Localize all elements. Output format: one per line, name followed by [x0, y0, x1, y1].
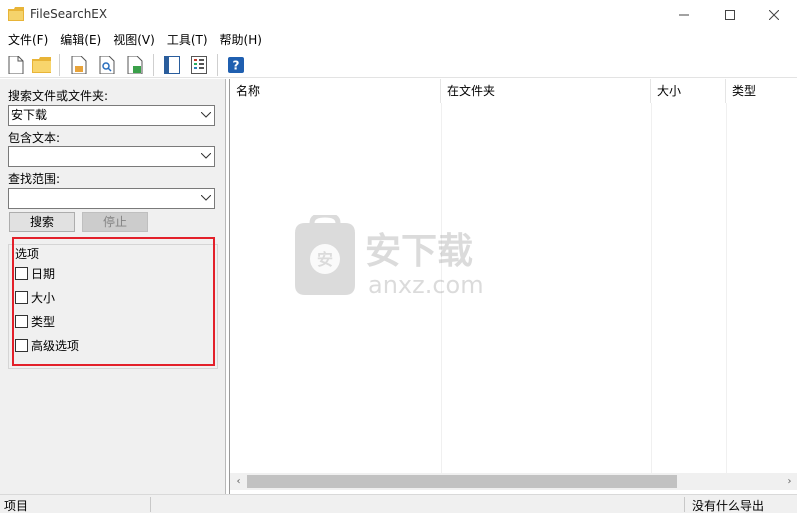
options-highlight-box: [12, 237, 215, 366]
open-folder-button[interactable]: [31, 54, 53, 76]
scroll-left-arrow-icon[interactable]: ‹: [230, 473, 247, 490]
export-icon: [127, 56, 143, 74]
search-button[interactable]: 搜索: [9, 212, 75, 232]
column-header-type[interactable]: 类型: [726, 79, 797, 103]
minimize-button[interactable]: [661, 0, 707, 30]
watermark-subtext: anxz.com: [368, 271, 484, 299]
search-text-combo[interactable]: [8, 146, 215, 167]
new-file-button[interactable]: [5, 54, 27, 76]
search-name-combo[interactable]: 安下载: [8, 105, 215, 126]
watermark-text: 安下载: [365, 231, 473, 272]
status-items: 项目: [4, 499, 29, 513]
menu-bar: 文件(F) 编辑(E) 视图(V) 工具(T) 帮助(H): [0, 30, 797, 50]
close-button[interactable]: [751, 0, 797, 30]
chevron-down-icon: [201, 195, 211, 201]
maximize-icon: [725, 10, 735, 20]
toolbar: ?: [0, 50, 797, 78]
menu-edit[interactable]: 编辑(E): [54, 30, 107, 50]
svg-text:?: ?: [233, 59, 240, 73]
save-button[interactable]: [68, 54, 90, 76]
scroll-right-arrow-icon[interactable]: ›: [781, 473, 797, 490]
maximize-button[interactable]: [707, 0, 753, 30]
search-text-label: 包含文本:: [8, 131, 61, 145]
close-icon: [769, 10, 779, 20]
search-panel: 搜索文件或文件夹: 安下载 包含文本: 查找范围: 搜索 停止 选项 日期 大小…: [0, 79, 226, 494]
new-file-icon: [8, 56, 24, 74]
menu-tools[interactable]: 工具(T): [161, 30, 214, 50]
column-header-name[interactable]: 名称: [230, 79, 441, 103]
watermark-logo: 安 安下载 anxz.com: [295, 215, 484, 299]
status-export: 没有什么导出: [692, 499, 765, 513]
panel-toggle-button[interactable]: [161, 54, 183, 76]
results-list[interactable]: 名称 在文件夹 大小 类型 安 安下载 anxz.com ‹ ›: [229, 79, 797, 494]
menu-help[interactable]: 帮助(H): [214, 30, 268, 50]
menu-file[interactable]: 文件(F): [0, 30, 54, 50]
search-name-label: 搜索文件或文件夹:: [8, 89, 109, 103]
stop-button[interactable]: 停止: [82, 212, 148, 232]
open-folder-icon: [32, 57, 51, 73]
search-scope-label: 查找范围:: [8, 172, 61, 186]
chevron-down-icon: [201, 112, 211, 118]
scrollbar-thumb[interactable]: [247, 475, 677, 488]
watermark-badge-text: 安: [317, 250, 333, 269]
find-button[interactable]: [96, 54, 118, 76]
find-icon: [99, 56, 115, 74]
horizontal-scrollbar[interactable]: ‹ ›: [230, 473, 797, 490]
save-icon: [71, 56, 87, 74]
search-scope-combo[interactable]: [8, 188, 215, 209]
title-bar: FileSearchEX: [0, 0, 797, 30]
panel-icon: [164, 56, 180, 74]
status-bar: 项目 没有什么导出: [0, 494, 797, 513]
window-title: FileSearchEX: [30, 7, 108, 21]
columns-icon: [191, 56, 207, 74]
menu-view[interactable]: 视图(V): [107, 30, 161, 50]
help-button[interactable]: ?: [225, 54, 247, 76]
columns-button[interactable]: [188, 54, 210, 76]
chevron-down-icon: [201, 153, 211, 159]
search-name-value: 安下载: [11, 108, 48, 122]
column-header-size[interactable]: 大小: [651, 79, 726, 103]
column-header-folder[interactable]: 在文件夹: [441, 79, 651, 103]
help-icon: ?: [228, 57, 244, 73]
export-button[interactable]: [124, 54, 146, 76]
folder-app-icon: [8, 7, 24, 21]
minimize-icon: [679, 14, 689, 16]
